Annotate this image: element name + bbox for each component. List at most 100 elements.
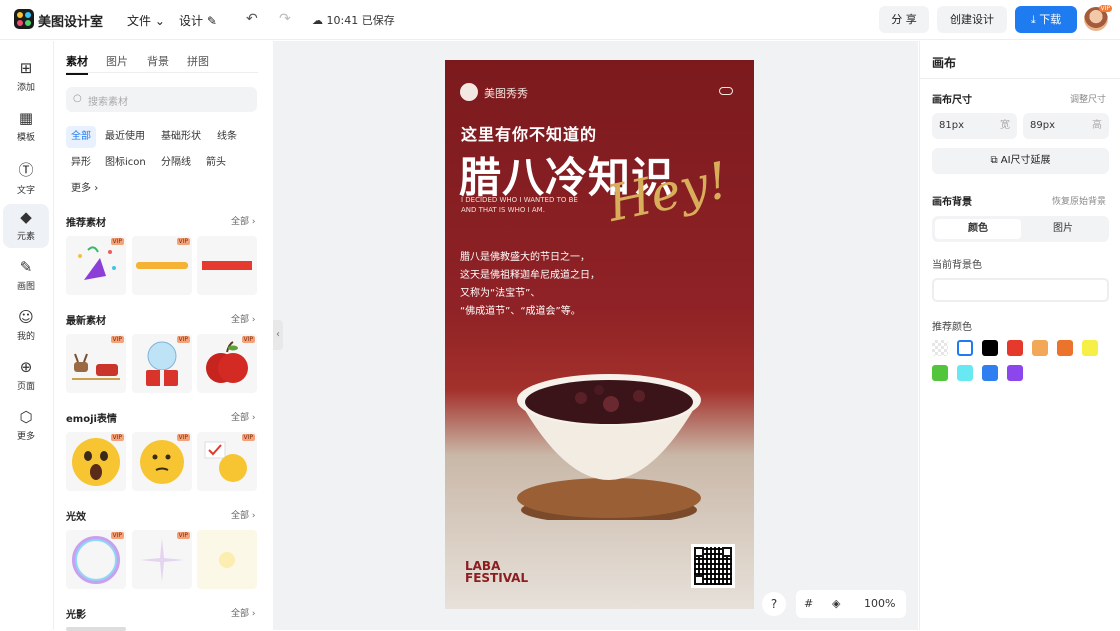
material-thumb-snow-globe[interactable]: VIP [132,334,192,393]
tab-background[interactable]: 背景 [147,53,169,69]
chip-basic-shapes[interactable]: 基础形状 [156,126,206,148]
color-swatch[interactable] [982,365,998,381]
material-thumb-bubble[interactable]: VIP [66,530,126,589]
color-swatch[interactable] [957,365,973,381]
color-swatch[interactable] [1007,365,1023,381]
create-design-button[interactable]: 创建设计 [937,6,1007,33]
poster-laba-line: FESTIVAL [465,571,529,585]
color-swatch[interactable] [982,340,998,356]
material-thumb-glow[interactable] [197,530,257,589]
chip-more[interactable]: 更多 › [66,178,103,200]
rail-label: 文字 [16,186,35,196]
poster-canvas[interactable]: 美图秀秀 这里有你不知道的 腊八冷知识 I DECIDED WHO I WANT… [445,60,754,609]
material-thumb-sparkle[interactable]: VIP [132,530,192,589]
tab-material[interactable]: 素材 [66,53,88,75]
download-button[interactable]: ⤓ 下载 [1015,6,1077,33]
redo-icon[interactable]: ↷ [279,11,291,27]
vip-badge: VIP [176,434,190,441]
recommend-label: 推荐颜色 [932,322,972,333]
material-thumb-checklist-emoji[interactable]: VIP [197,432,257,491]
height-value: 89px [1030,120,1055,131]
rail-item-mine[interactable]: ☺ 我的 [3,304,49,348]
material-thumb-reindeer-sleigh[interactable]: VIP [66,334,126,393]
poster-english-line: I DECIDED WHO I WANTED TO BE [461,196,578,204]
rail-item-add[interactable]: ⊞ 添加 [3,55,49,99]
rail-item-more[interactable]: ⬡ 更多 [3,404,49,448]
color-swatch[interactable] [1032,340,1048,356]
rail-item-text[interactable]: Ⓣ 文字 [3,155,49,199]
tab-image[interactable]: 图片 [106,53,128,69]
tab-image[interactable]: 图片 [1020,219,1106,239]
cube-icon: ⬡ [19,408,33,426]
rail-item-element[interactable]: ◆ 元素 [3,204,49,248]
poster-subtitle: 这里有你不知道的 [461,125,598,144]
current-bg-color[interactable] [932,278,1109,302]
chip-recent[interactable]: 最近使用 [100,126,150,148]
material-thumb-shocked-emoji[interactable]: VIP [66,432,126,491]
share-button[interactable]: 分 享 [879,6,929,33]
see-all-link[interactable]: 全部 › [231,606,255,619]
see-all-label: 全部 [231,609,250,619]
material-thumb-apple[interactable]: VIP [197,334,257,393]
color-swatch[interactable] [1007,340,1023,356]
section-title: 推荐素材 [66,218,106,229]
save-status: ☁ 10:41 已保存 [312,12,395,28]
qr-finder [694,547,704,557]
adjust-size-link[interactable]: 调整尺寸 [1070,92,1106,105]
grid-icon[interactable]: # [804,597,813,610]
ai-extend-button[interactable]: ⧉ AI尺寸延展 [932,148,1109,174]
glow-icon [219,552,235,568]
color-swatch[interactable] [932,365,948,381]
material-thumb-brush-stroke[interactable]: VIP [132,236,192,295]
color-swatch[interactable] [1082,340,1098,356]
chip-icons[interactable]: 图标icon [100,152,151,174]
edit-icon: ✎ [206,14,217,28]
zoom-level[interactable]: 100% [864,597,895,610]
width-field[interactable]: 81px 宽 [932,113,1017,139]
material-thumb-red-bar[interactable] [197,236,257,295]
help-button[interactable]: ? [762,592,786,616]
chip-divider[interactable]: 分隔线 [156,152,196,174]
chip-irregular[interactable]: 异形 [66,152,96,174]
see-all-link[interactable]: 全部 › [231,214,255,227]
material-thumb-thinking-emoji[interactable]: VIP [132,432,192,491]
current-bg-label: 当前背景色 [932,260,982,271]
see-all-link[interactable]: 全部 › [231,410,255,423]
vip-badge: VIP [176,238,190,245]
rail-item-draw[interactable]: ✎ 画图 [3,254,49,298]
poster-body-line: 又称为“法宝节”、 [460,288,541,299]
tab-color[interactable]: 颜色 [935,219,1021,239]
vip-badge: VIP [110,238,124,245]
app-logo[interactable] [14,9,34,29]
color-swatch[interactable] [932,340,948,356]
chip-all[interactable]: 全部 [66,126,96,148]
see-all-link[interactable]: 全部 › [231,508,255,521]
layers-icon[interactable]: ◈ [832,597,840,610]
chip-arrow[interactable]: 箭头 [201,152,231,174]
element-icon: ◆ [20,208,32,226]
material-thumb-shadow[interactable] [66,627,126,631]
height-field[interactable]: 89px 高 [1023,113,1109,139]
search-input[interactable]: ○ 搜索素材 [66,87,257,112]
design-menu[interactable]: 设计 ✎ [179,12,217,29]
vip-badge: VIP [110,434,124,441]
canvas-settings-panel: 画布 画布尺寸 调整尺寸 81px 宽 89px 高 ⧉ AI尺寸延展 画布背景… [919,41,1120,630]
rail-item-template[interactable]: ▦ 模板 [3,105,49,149]
tab-collage[interactable]: 拼图 [187,53,209,69]
vip-badge: VIP [176,532,190,539]
undo-icon[interactable]: ↶ [246,11,258,27]
color-swatch[interactable] [1057,340,1073,356]
rail-item-page[interactable]: ⊕ 页面 [3,354,49,398]
avatar[interactable]: VIP [1084,5,1112,31]
rail-label: 更多 [16,432,35,442]
see-all-link[interactable]: 全部 › [231,312,255,325]
search-placeholder: 搜索素材 [88,97,128,108]
chip-lines[interactable]: 线条 [212,126,242,148]
collapse-panel-handle[interactable]: ‹ [273,320,283,350]
color-swatch[interactable] [957,340,973,356]
restore-bg-link[interactable]: 恢复原始背景 [1052,194,1106,207]
file-menu[interactable]: 文件 ⌄ [127,12,165,29]
canvas-size-label: 画布尺寸 [932,95,972,106]
material-thumb-party-popper[interactable]: VIP [66,236,126,295]
poster-brand-logo [460,83,478,101]
